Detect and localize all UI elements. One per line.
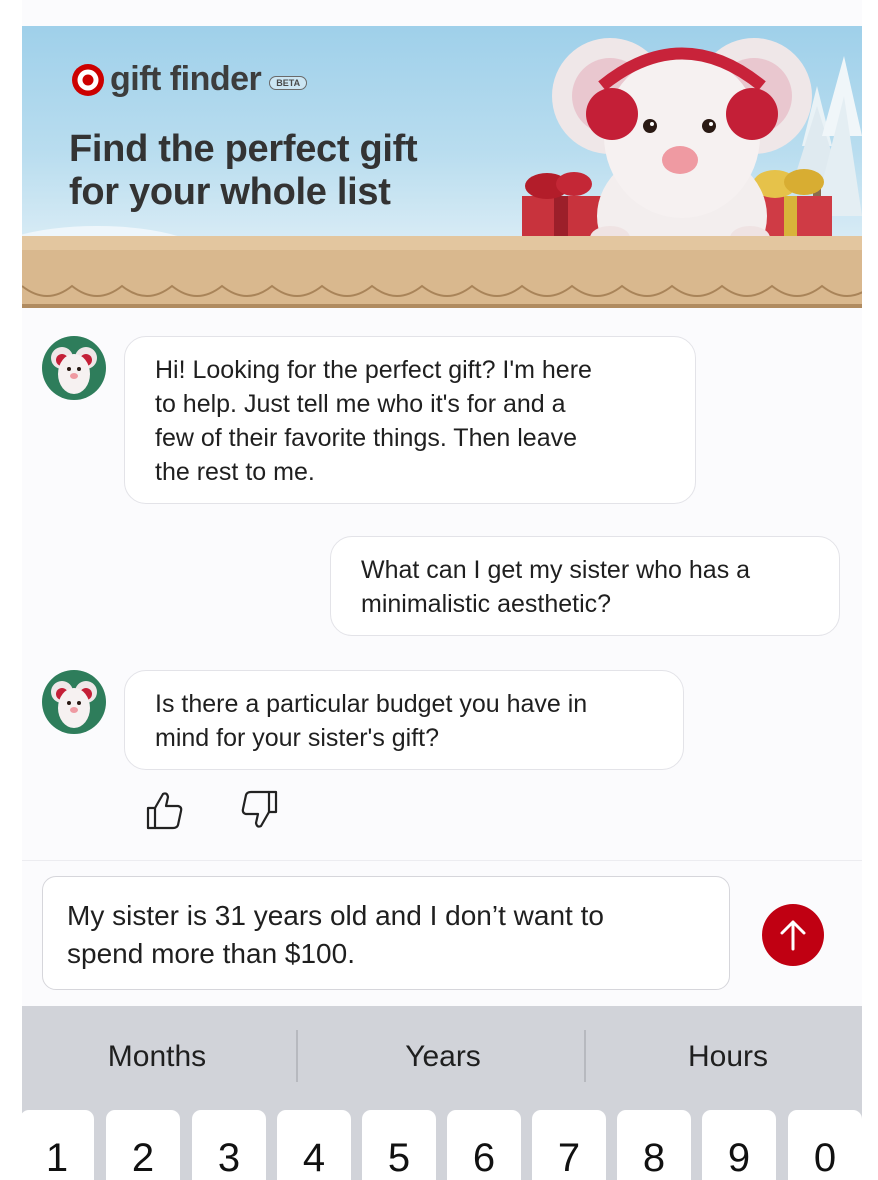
headline-line-1: Find the perfect gift — [69, 128, 418, 170]
message-line: mind for your sister's gift? — [155, 724, 440, 752]
suggestion-months[interactable]: Months — [22, 1032, 292, 1082]
suggestion-hours[interactable]: Hours — [594, 1032, 862, 1082]
mouse-mascot-icon — [51, 347, 97, 394]
gift-finder-banner: gift finder BETA Find the perfect gift f… — [22, 26, 862, 308]
divider — [22, 860, 862, 861]
target-logo-icon — [72, 63, 104, 96]
key-8[interactable]: 8 — [617, 1110, 691, 1180]
send-button[interactable] — [762, 904, 824, 966]
key-3[interactable]: 3 — [192, 1110, 266, 1180]
keyboard-suggestion-bar: Months Years Hours — [22, 1006, 862, 1106]
key-0[interactable]: 0 — [788, 1110, 862, 1180]
thumbs-up-icon[interactable] — [142, 788, 186, 832]
message-line: the rest to me. — [155, 458, 315, 486]
app-frame: gift finder BETA Find the perfect gift f… — [22, 0, 862, 1180]
banner-headline: Find the perfect gift for your whole lis… — [69, 128, 509, 214]
bot-avatar — [42, 670, 106, 734]
bot-message-bubble: Is there a particular budget you have in… — [124, 670, 684, 770]
headline-line-2: for your whole list — [69, 171, 391, 213]
thumbs-down-icon[interactable] — [238, 788, 282, 832]
key-2[interactable]: 2 — [106, 1110, 180, 1180]
message-line: Hi! Looking for the perfect gift? I'm he… — [155, 356, 592, 384]
suggestion-separator — [296, 1030, 298, 1082]
message-line: minimalistic aesthetic? — [361, 590, 612, 618]
beta-badge: BETA — [269, 75, 308, 90]
input-line: My sister is 31 years old and I don’t wa… — [67, 900, 604, 931]
message-input[interactable]: My sister is 31 years old and I don’t wa… — [42, 876, 730, 990]
user-message-bubble: What can I get my sister who has a minim… — [330, 536, 840, 636]
suggestion-separator — [584, 1030, 586, 1082]
input-line: spend more than $100. — [67, 938, 355, 969]
message-line: few of their favorite things. Then leave — [155, 424, 577, 452]
message-line: What can I get my sister who has a — [361, 556, 751, 584]
key-7[interactable]: 7 — [532, 1110, 606, 1180]
message-line: Is there a particular budget you have in — [155, 690, 588, 718]
key-6[interactable]: 6 — [447, 1110, 521, 1180]
key-4[interactable]: 4 — [277, 1110, 351, 1180]
on-screen-keyboard: Months Years Hours 1 2 3 4 5 6 7 8 9 0 — [22, 1006, 862, 1180]
brand-name: gift finder — [110, 60, 262, 98]
suggestion-years[interactable]: Years — [306, 1032, 580, 1082]
wooden-fence — [22, 236, 862, 308]
bot-message-bubble: Hi! Looking for the perfect gift? I'm he… — [124, 336, 696, 504]
bot-avatar — [42, 336, 106, 400]
key-9[interactable]: 9 — [702, 1110, 776, 1180]
brand: gift finder BETA — [70, 60, 308, 99]
mouse-mascot-icon — [51, 681, 97, 728]
message-line: to help. Just tell me who it's for and a — [155, 390, 566, 418]
key-5[interactable]: 5 — [362, 1110, 436, 1180]
arrow-up-icon — [780, 920, 806, 951]
key-1[interactable]: 1 — [22, 1110, 94, 1180]
